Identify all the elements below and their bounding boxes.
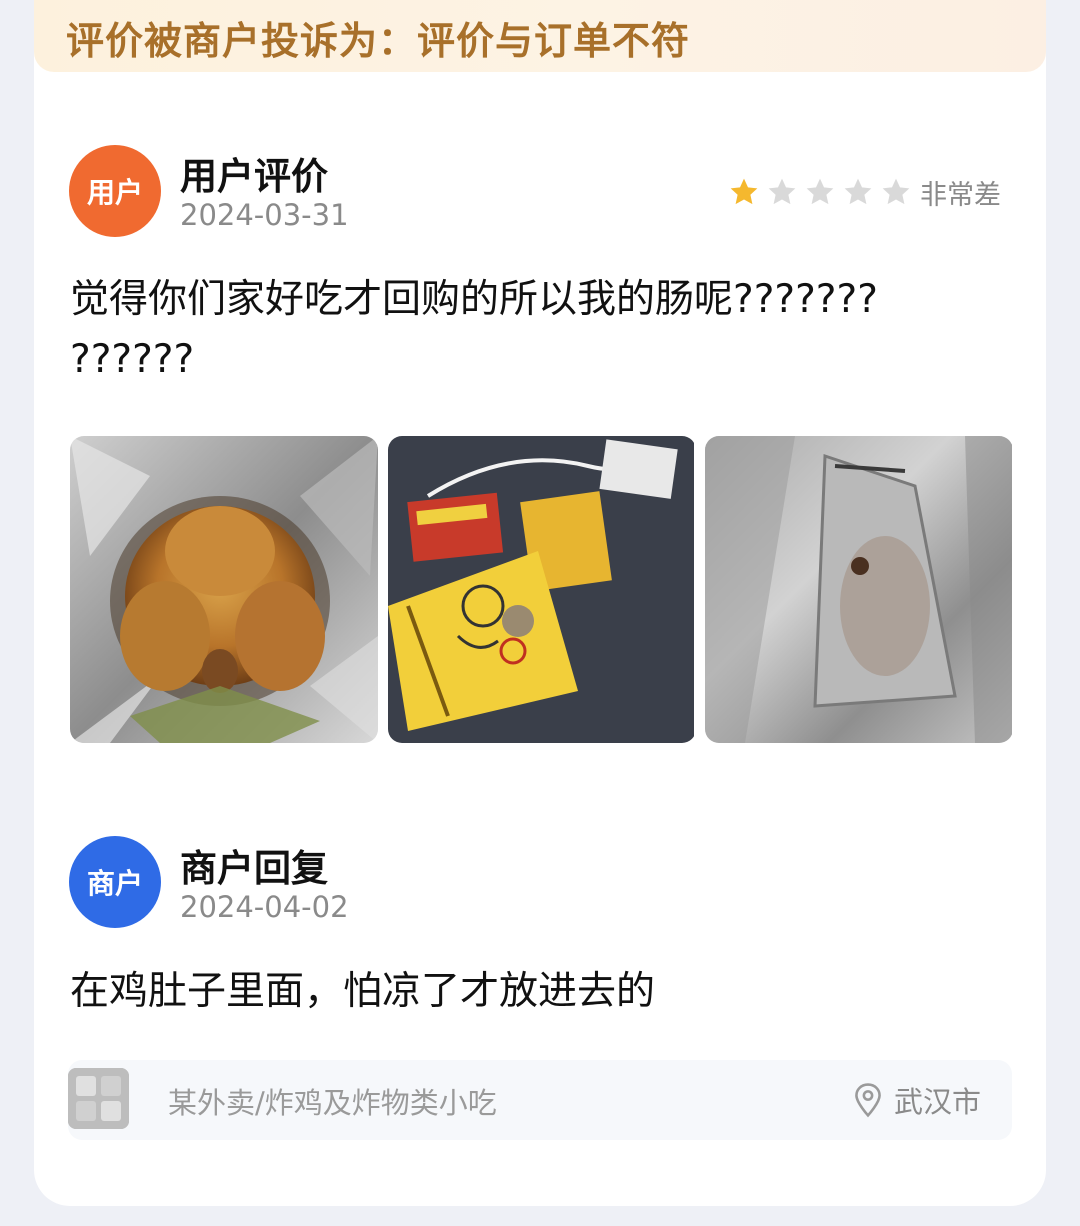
review-content-line: 觉得你们家好吃才回购的所以我的肠呢???????	[70, 277, 878, 322]
star-icon	[844, 178, 872, 205]
location-pin-icon	[855, 1083, 881, 1118]
review-content: 觉得你们家好吃才回购的所以我的肠呢??????? ??????	[70, 270, 878, 390]
user-avatar: 用户	[69, 145, 161, 237]
star-rating: 非常差	[728, 172, 1001, 212]
review-photo-roast-chicken[interactable]	[70, 436, 378, 743]
reply-content: 在鸡肚子里面，怕凉了才放进去的	[70, 969, 656, 1014]
reply-date: 2024-04-02	[180, 890, 349, 924]
shop-icon	[68, 1068, 129, 1129]
star-icon	[806, 178, 834, 205]
rating-label: 非常差	[920, 179, 1001, 211]
location-text: 武汉市	[894, 1085, 982, 1119]
review-content-line: ??????	[70, 337, 195, 382]
review-date: 2024-03-31	[180, 198, 349, 232]
merchant-avatar: 商户	[69, 836, 161, 928]
review-title: 用户评价	[180, 155, 328, 198]
review-photo-empty-foil-bag[interactable]	[705, 436, 1013, 743]
star-icon	[882, 178, 910, 205]
shop-category: 某外卖/炸鸡及炸物类小吃	[168, 1086, 497, 1120]
complaint-banner-text: 评价被商户投诉为：评价与订单不符	[66, 19, 691, 63]
review-photo-sauce-packets[interactable]	[388, 436, 696, 743]
location: 武汉市	[852, 1080, 981, 1120]
star-icon	[730, 178, 758, 205]
star-icon	[768, 178, 796, 205]
reply-title: 商户回复	[180, 847, 328, 890]
